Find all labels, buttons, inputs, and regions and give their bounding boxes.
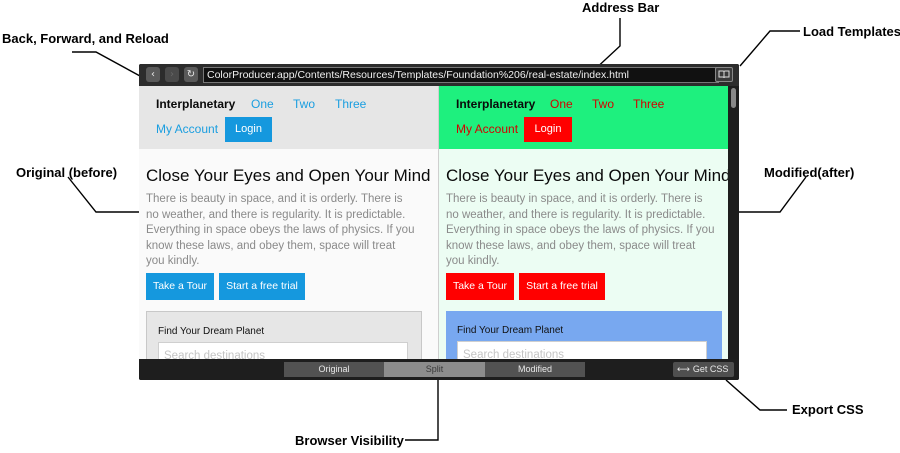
load-templates-callout: Load Templates — [803, 24, 900, 39]
back-button[interactable]: ‹ — [146, 67, 160, 82]
site-brand[interactable]: Interplanetary — [156, 97, 235, 111]
destination-search-input[interactable]: Search destinations — [457, 341, 707, 359]
search-panel-title: Find Your Dream Planet — [457, 325, 564, 336]
address-bar-callout: Address Bar — [582, 0, 660, 15]
my-account-link[interactable]: My Account — [156, 122, 218, 136]
browser-toolbar: ‹ › ↻ ColorProducer.app/Contents/Resourc… — [139, 64, 739, 86]
bottom-bar: Original Split Modified ⟷ Get CSS — [139, 359, 739, 380]
take-tour-button[interactable]: Take a Tour — [146, 273, 214, 300]
nav-link-one[interactable]: One — [550, 97, 573, 111]
login-button[interactable]: Login — [524, 117, 572, 142]
site-top-bar: Interplanetary One Two Three My Account … — [139, 86, 438, 149]
chevron-left-icon: ‹ — [151, 69, 155, 80]
search-panel-title: Find Your Dream Planet — [158, 326, 265, 337]
hero-paragraph: There is beauty in space, and it is orde… — [446, 193, 715, 268]
modified-after-callout: Modified(after) — [764, 165, 855, 180]
nav-link-three[interactable]: Three — [335, 97, 366, 111]
code-arrows-icon: ⟷ — [677, 365, 690, 375]
free-trial-button[interactable]: Start a free trial — [519, 273, 605, 300]
vertical-scrollbar[interactable] — [728, 86, 739, 359]
original-pane: Interplanetary One Two Three My Account … — [139, 86, 439, 359]
site-top-bar: Interplanetary One Two Three My Account … — [439, 86, 728, 149]
my-account-link[interactable]: My Account — [456, 122, 518, 136]
export-css-callout: Export CSS — [792, 402, 864, 417]
destination-search-input[interactable]: Search destinations — [158, 342, 408, 359]
browser-visibility-callout: Browser Visibility — [295, 433, 404, 448]
search-panel: Find Your Dream Planet Search destinatio… — [146, 311, 422, 359]
search-panel: Find Your Dream Planet Search destinatio… — [446, 311, 722, 359]
tab-modified[interactable]: Modified — [485, 362, 585, 377]
take-tour-button[interactable]: Take a Tour — [446, 273, 514, 300]
scrollbar-thumb[interactable] — [731, 88, 736, 108]
reload-button[interactable]: ↻ — [184, 67, 198, 82]
reload-icon: ↻ — [186, 69, 196, 80]
get-css-label: Get CSS — [692, 364, 729, 374]
chevron-right-icon: › — [170, 69, 174, 80]
original-before-callout: Original (before) — [16, 165, 118, 180]
tab-split[interactable]: Split — [384, 362, 485, 377]
nav-link-three[interactable]: Three — [633, 97, 664, 111]
free-trial-button[interactable]: Start a free trial — [219, 273, 305, 300]
address-bar[interactable]: ColorProducer.app/Contents/Resources/Tem… — [203, 67, 719, 83]
get-css-button[interactable]: ⟷ Get CSS — [673, 362, 734, 377]
hero-headline: Close Your Eyes and Open Your Mind — [446, 166, 728, 185]
nav-link-two[interactable]: Two — [592, 97, 614, 111]
back-forward-reload-callout: Back, Forward, and Reload — [2, 31, 169, 46]
modified-pane: Interplanetary One Two Three My Account … — [439, 86, 728, 359]
load-templates-button[interactable] — [715, 67, 733, 82]
login-button[interactable]: Login — [225, 117, 272, 142]
hero-paragraph: There is beauty in space, and it is orde… — [146, 193, 415, 268]
forward-button[interactable]: › — [165, 67, 179, 82]
tab-original[interactable]: Original — [284, 362, 384, 377]
nav-link-two[interactable]: Two — [293, 97, 315, 111]
hero-headline: Close Your Eyes and Open Your Mind — [146, 166, 431, 185]
app-window: ‹ › ↻ ColorProducer.app/Contents/Resourc… — [139, 64, 739, 380]
nav-link-one[interactable]: One — [251, 97, 274, 111]
book-icon — [718, 70, 730, 79]
site-brand[interactable]: Interplanetary — [456, 97, 535, 111]
